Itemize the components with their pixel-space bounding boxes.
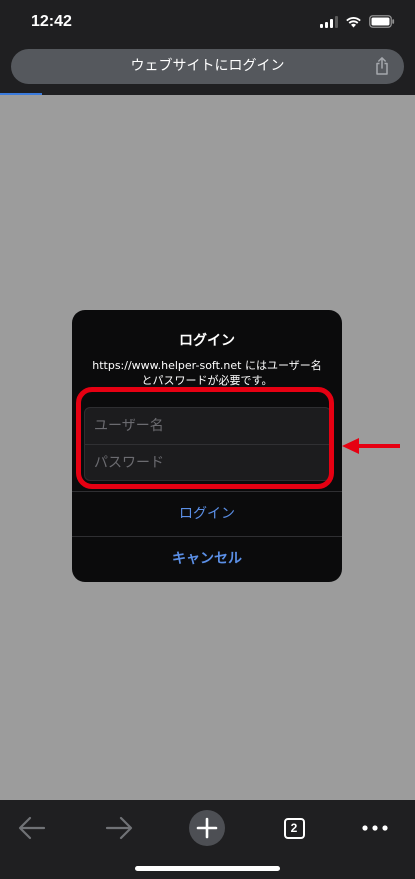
status-time: 12:42	[31, 13, 72, 30]
menu-button[interactable]	[355, 808, 395, 848]
share-icon[interactable]	[374, 57, 390, 75]
new-tab-button[interactable]	[187, 808, 227, 848]
dialog-message: https://www.helper-soft.net にはユーザー名とパスワー…	[92, 359, 322, 387]
red-arrow-icon	[342, 438, 400, 454]
more-dots-icon	[362, 825, 388, 831]
forward-button[interactable]	[99, 808, 139, 848]
arrow-right-icon	[105, 816, 133, 840]
page-load-progress	[0, 93, 42, 95]
browser-top-bar: 12:42 ウェブサイトにログイン	[0, 0, 415, 95]
login-dialog: ログイン https://www.helper-soft.net にはユーザー名…	[72, 310, 342, 582]
home-indicator[interactable]	[135, 866, 280, 871]
tab-switcher-button[interactable]: 2	[274, 808, 314, 848]
page-title: ウェブサイトにログイン	[130, 58, 285, 74]
wifi-icon	[346, 16, 361, 27]
back-button[interactable]	[12, 808, 52, 848]
new-tab-circle	[189, 810, 225, 846]
status-icons	[320, 15, 395, 28]
tab-switcher-icon: 2	[283, 817, 305, 839]
arrow-left-icon	[18, 816, 46, 840]
signal-icon	[320, 15, 338, 28]
battery-icon	[369, 15, 395, 28]
cancel-button[interactable]: キャンセル	[72, 537, 342, 581]
credential-fields	[84, 407, 331, 481]
login-button[interactable]: ログイン	[72, 492, 342, 536]
username-input[interactable]	[85, 408, 330, 444]
plus-icon	[196, 817, 218, 839]
password-input[interactable]	[85, 445, 330, 480]
address-bar[interactable]: ウェブサイトにログイン	[11, 49, 404, 84]
dialog-title: ログイン	[179, 333, 235, 349]
